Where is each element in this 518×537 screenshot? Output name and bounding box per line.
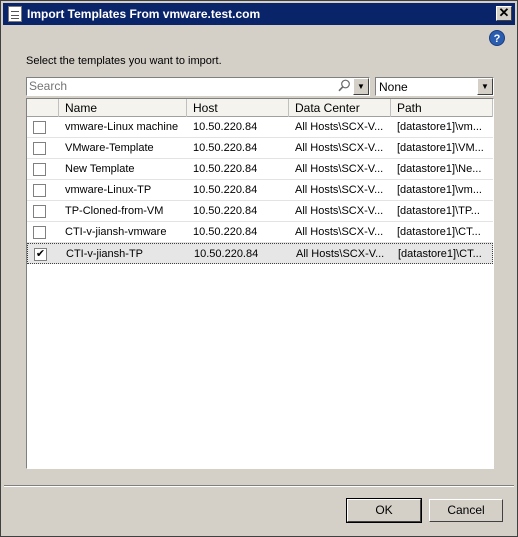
cell-datacenter: All Hosts\SCX-V... (295, 205, 384, 217)
cell-path: [datastore1]\CT... (398, 248, 482, 260)
templates-table: Name Host Data Center Path vmware-Linux … (26, 98, 494, 469)
header-check[interactable] (27, 99, 59, 117)
header-name[interactable]: Name (59, 99, 187, 117)
cell-path: [datastore1]\CT... (397, 226, 481, 238)
cell-datacenter: All Hosts\SCX-V... (295, 121, 384, 133)
row-checkbox[interactable] (33, 142, 46, 155)
table-row[interactable]: CTI-v-jiansh-vmware 10.50.220.84 All Hos… (27, 222, 493, 243)
cell-name: TP-Cloned-from-VM (65, 205, 164, 217)
cell-datacenter: All Hosts\SCX-V... (295, 184, 384, 196)
divider (4, 485, 514, 487)
ok-button[interactable]: OK (346, 498, 422, 523)
cell-path: [datastore1]\TP... (397, 205, 480, 217)
help-icon[interactable]: ? (489, 30, 505, 46)
table-row[interactable]: TP-Cloned-from-VM 10.50.220.84 All Hosts… (27, 201, 493, 222)
cell-name: vmware-Linux machine (65, 121, 179, 133)
row-checkbox[interactable] (33, 226, 46, 239)
close-icon[interactable]: ✕ (496, 6, 512, 21)
cell-host: 10.50.220.84 (193, 184, 258, 196)
table-header: Name Host Data Center Path (27, 99, 493, 117)
window-icon (8, 6, 22, 22)
table-row[interactable]: vmware-Linux machine 10.50.220.84 All Ho… (27, 117, 493, 138)
cell-name: New Template (65, 163, 135, 175)
row-checkbox[interactable] (33, 205, 46, 218)
cell-datacenter: All Hosts\SCX-V... (295, 163, 384, 175)
table-row[interactable]: vmware-Linux-TP 10.50.220.84 All Hosts\S… (27, 180, 493, 201)
table-row[interactable]: New Template 10.50.220.84 All Hosts\SCX-… (27, 159, 493, 180)
cell-name: vmware-Linux-TP (65, 184, 152, 196)
cell-host: 10.50.220.84 (193, 142, 258, 154)
cell-path: [datastore1]\vm... (397, 184, 482, 196)
search-box[interactable]: ▼ (26, 77, 370, 96)
cell-path: [datastore1]\Ne... (397, 163, 482, 175)
chevron-down-icon: ▼ (481, 82, 489, 91)
cell-name: CTI-v-jiansh-vmware (65, 226, 167, 238)
chevron-down-icon: ▼ (357, 82, 365, 91)
header-datacenter[interactable]: Data Center (289, 99, 391, 117)
cell-path: [datastore1]\vm... (397, 121, 482, 133)
filter-select[interactable]: None ▼ (375, 77, 494, 96)
table-row[interactable]: VMware-Template 10.50.220.84 All Hosts\S… (27, 138, 493, 159)
cell-host: 10.50.220.84 (193, 205, 258, 217)
search-input[interactable] (29, 78, 329, 94)
title-bar[interactable]: Import Templates From vmware.test.com ✕ (3, 3, 515, 25)
instruction-text: Select the templates you want to import. (26, 55, 222, 67)
cell-host: 10.50.220.84 (194, 248, 259, 260)
search-dropdown-button[interactable]: ▼ (353, 78, 369, 95)
cell-path: [datastore1]\VM... (397, 142, 484, 154)
row-checkbox[interactable] (33, 121, 46, 134)
row-checkbox[interactable] (33, 163, 46, 176)
cell-host: 10.50.220.84 (193, 226, 258, 238)
cell-datacenter: All Hosts\SCX-V... (295, 226, 384, 238)
dialog-window: Import Templates From vmware.test.com ✕ … (0, 0, 518, 537)
header-host[interactable]: Host (187, 99, 289, 117)
table-row-selected[interactable]: ✔ CTI-v-jiansh-TP 10.50.220.84 All Hosts… (27, 243, 493, 264)
header-path[interactable]: Path (391, 99, 493, 117)
search-icon[interactable] (338, 79, 351, 92)
cancel-button[interactable]: Cancel (429, 499, 503, 522)
cell-name: VMware-Template (65, 142, 154, 154)
row-checkbox[interactable] (33, 184, 46, 197)
cell-datacenter: All Hosts\SCX-V... (296, 248, 385, 260)
window-title: Import Templates From vmware.test.com (27, 7, 261, 21)
filter-dropdown-button[interactable]: ▼ (477, 78, 493, 95)
cell-name: CTI-v-jiansh-TP (66, 248, 144, 260)
filter-selected-value: None (379, 80, 408, 94)
cell-host: 10.50.220.84 (193, 163, 258, 175)
cell-datacenter: All Hosts\SCX-V... (295, 142, 384, 154)
row-checkbox-checked[interactable]: ✔ (34, 248, 47, 261)
cell-host: 10.50.220.84 (193, 121, 258, 133)
